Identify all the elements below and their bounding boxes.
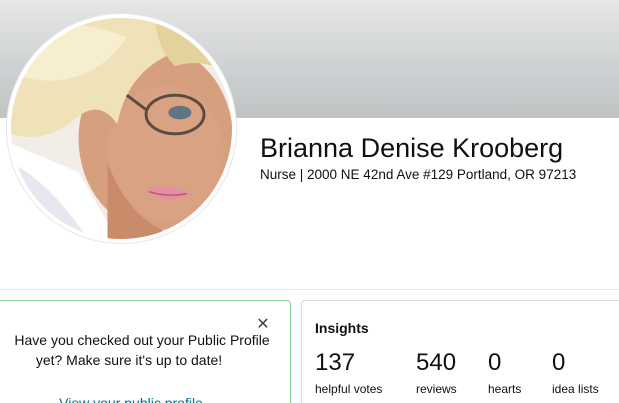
prompt-text-line-1: Have you checked out your Public Profile: [14, 332, 270, 348]
stat-reviews-value[interactable]: 540: [416, 349, 456, 377]
section-divider: [0, 289, 619, 290]
stat-helpful-votes-value[interactable]: 137: [315, 349, 355, 377]
stat-helpful-votes-label: helpful votes: [315, 382, 383, 396]
insights-title: Insights: [315, 320, 369, 336]
stat-idea-lists-label: idea lists: [552, 382, 599, 396]
stat-reviews-label: reviews: [416, 382, 457, 396]
avatar[interactable]: [7, 14, 236, 243]
profile-name: Brianna Denise Krooberg: [260, 133, 564, 163]
stat-hearts-label: hearts: [488, 382, 522, 396]
profile-page: Brianna Denise Krooberg Nurse | 2000 NE …: [0, 0, 619, 403]
profile-occupation-address: Nurse | 2000 NE 42nd Ave #129 Portland, …: [260, 167, 577, 182]
stat-idea-lists-value[interactable]: 0: [552, 349, 565, 377]
prompt-text-line-2: yet? Make sure it's up to date!: [35, 352, 223, 368]
avatar-photo: [11, 18, 232, 239]
stat-hearts-value[interactable]: 0: [488, 349, 501, 377]
view-public-profile-link[interactable]: View your public profile: [0, 393, 262, 403]
